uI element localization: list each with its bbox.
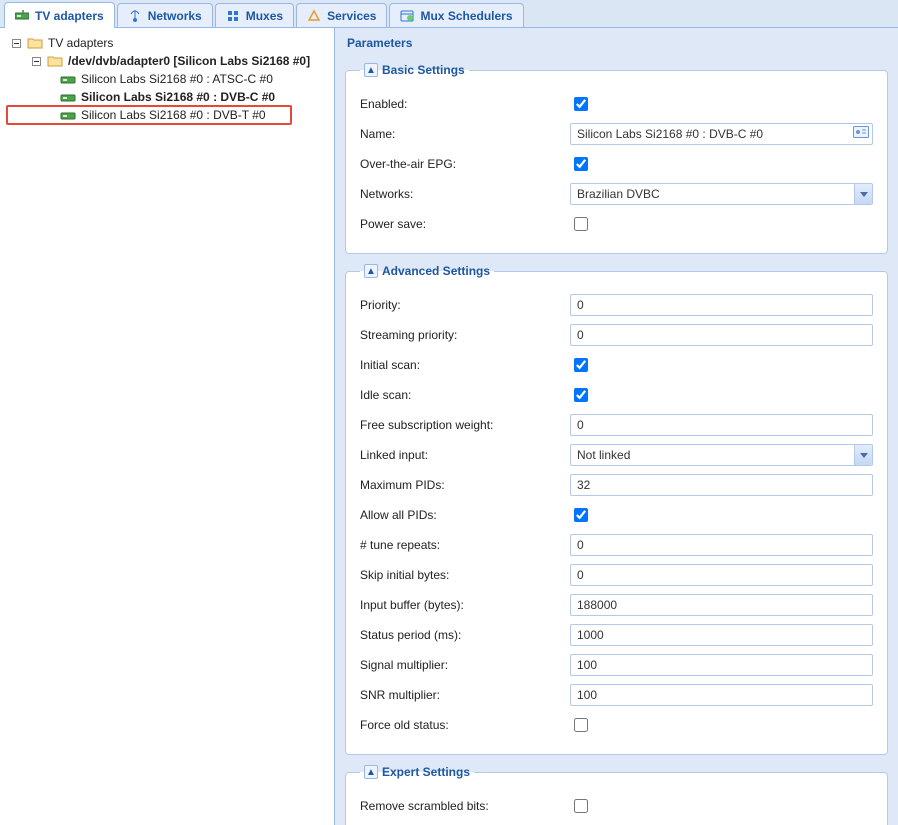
- collapse-icon[interactable]: [10, 37, 22, 49]
- section-expert: ▲ Expert Settings Remove scrambled bits:: [345, 765, 888, 825]
- section-legend-advanced[interactable]: ▲ Advanced Settings: [360, 264, 494, 278]
- input-free-weight[interactable]: [570, 414, 873, 436]
- tab-label: Mux Schedulers: [420, 9, 512, 23]
- label-idle-scan: Idle scan:: [360, 388, 570, 402]
- section-legend-expert[interactable]: ▲ Expert Settings: [360, 765, 474, 779]
- tab-muxes[interactable]: Muxes: [215, 3, 294, 27]
- tree-item-label: Silicon Labs Si2168 #0 : DVB-C #0: [81, 90, 275, 104]
- section-basic: ▲ Basic Settings Enabled: Name:: [345, 63, 888, 254]
- checkbox-idle-scan[interactable]: [574, 388, 588, 402]
- tab-mux-schedulers[interactable]: Mux Schedulers: [389, 3, 523, 27]
- tabstrip: TV adapters Networks Muxes Services Mux …: [0, 0, 898, 28]
- label-ota: Over-the-air EPG:: [360, 157, 570, 171]
- label-linked-input: Linked input:: [360, 448, 570, 462]
- checkbox-ota[interactable]: [574, 157, 588, 171]
- input-status-period[interactable]: [570, 624, 873, 646]
- label-name: Name:: [360, 127, 570, 141]
- parameters-panel: Parameters ▲ Basic Settings Enabled: Nam…: [334, 28, 898, 825]
- panel-title: Parameters: [335, 28, 898, 55]
- label-tune-repeats: # tune repeats:: [360, 538, 570, 552]
- label-max-pids: Maximum PIDs:: [360, 478, 570, 492]
- label-status-period: Status period (ms):: [360, 628, 570, 642]
- mux-icon: [226, 9, 240, 23]
- tuner-card-icon: [60, 91, 76, 103]
- input-name[interactable]: [570, 123, 873, 145]
- collapse-up-icon[interactable]: ▲: [364, 264, 378, 278]
- input-input-buffer[interactable]: [570, 594, 873, 616]
- tree-root-label: TV adapters: [48, 36, 113, 50]
- tab-tv-adapters[interactable]: TV adapters: [4, 2, 115, 28]
- tree-item-atsc[interactable]: Silicon Labs Si2168 #0 : ATSC-C #0: [0, 70, 334, 88]
- input-stream-priority[interactable]: [570, 324, 873, 346]
- collapse-up-icon[interactable]: ▲: [364, 765, 378, 779]
- label-powersave: Power save:: [360, 217, 570, 231]
- checkbox-remove-scrambled[interactable]: [574, 799, 588, 813]
- folder-open-icon: [47, 54, 63, 68]
- tuner-card-icon: [60, 109, 76, 121]
- adapter-tree: TV adapters /dev/dvb/adapter0 [Silicon L…: [0, 28, 334, 825]
- dropdown-trigger-icon[interactable]: [854, 184, 872, 204]
- checkbox-powersave[interactable]: [574, 217, 588, 231]
- label-skip-initial-bytes: Skip initial bytes:: [360, 568, 570, 582]
- section-advanced: ▲ Advanced Settings Priority: Streaming …: [345, 264, 888, 755]
- combo-networks[interactable]: [570, 183, 873, 205]
- folder-open-icon: [27, 36, 43, 50]
- tuner-card-icon: [60, 73, 76, 85]
- input-snr-multiplier[interactable]: [570, 684, 873, 706]
- collapse-up-icon[interactable]: ▲: [364, 63, 378, 77]
- checkbox-initial-scan[interactable]: [574, 358, 588, 372]
- label-stream-priority: Streaming priority:: [360, 328, 570, 342]
- label-remove-scrambled: Remove scrambled bits:: [360, 799, 570, 813]
- tree-adapter[interactable]: /dev/dvb/adapter0 [Silicon Labs Si2168 #…: [0, 52, 334, 70]
- input-max-pids[interactable]: [570, 474, 873, 496]
- input-skip-initial-bytes[interactable]: [570, 564, 873, 586]
- tab-label: TV adapters: [35, 9, 104, 23]
- tab-networks[interactable]: Networks: [117, 3, 213, 27]
- id-badge-icon[interactable]: [853, 126, 869, 142]
- input-tune-repeats[interactable]: [570, 534, 873, 556]
- label-priority: Priority:: [360, 298, 570, 312]
- checkbox-force-old-status[interactable]: [574, 718, 588, 732]
- tab-services[interactable]: Services: [296, 3, 387, 27]
- label-input-buffer: Input buffer (bytes):: [360, 598, 570, 612]
- tab-label: Services: [327, 9, 376, 23]
- checkbox-enabled[interactable]: [574, 97, 588, 111]
- checkbox-allow-all-pids[interactable]: [574, 508, 588, 522]
- tree-item-label: Silicon Labs Si2168 #0 : ATSC-C #0: [81, 72, 273, 86]
- label-signal-multiplier: Signal multiplier:: [360, 658, 570, 672]
- dropdown-trigger-icon[interactable]: [854, 445, 872, 465]
- services-icon: [307, 9, 321, 23]
- tree-adapter-label: /dev/dvb/adapter0 [Silicon Labs Si2168 #…: [68, 54, 310, 68]
- tab-label: Networks: [148, 9, 202, 23]
- label-networks: Networks:: [360, 187, 570, 201]
- tuner-card-icon: [15, 9, 29, 23]
- label-free-weight: Free subscription weight:: [360, 418, 570, 432]
- tree-item-dvbt[interactable]: Silicon Labs Si2168 #0 : DVB-T #0: [0, 106, 334, 124]
- input-signal-multiplier[interactable]: [570, 654, 873, 676]
- network-icon: [128, 9, 142, 23]
- input-priority[interactable]: [570, 294, 873, 316]
- collapse-icon[interactable]: [30, 55, 42, 67]
- label-allow-all-pids: Allow all PIDs:: [360, 508, 570, 522]
- tree-root[interactable]: TV adapters: [0, 34, 334, 52]
- combo-linked-input[interactable]: [570, 444, 873, 466]
- label-enabled: Enabled:: [360, 97, 570, 111]
- label-initial-scan: Initial scan:: [360, 358, 570, 372]
- tab-label: Muxes: [246, 9, 283, 23]
- label-snr-multiplier: SNR multiplier:: [360, 688, 570, 702]
- scheduler-icon: [400, 9, 414, 23]
- tree-item-label: Silicon Labs Si2168 #0 : DVB-T #0: [81, 108, 266, 122]
- section-legend-basic[interactable]: ▲ Basic Settings: [360, 63, 469, 77]
- label-force-old-status: Force old status:: [360, 718, 570, 732]
- tree-item-dvbc[interactable]: Silicon Labs Si2168 #0 : DVB-C #0: [0, 88, 334, 106]
